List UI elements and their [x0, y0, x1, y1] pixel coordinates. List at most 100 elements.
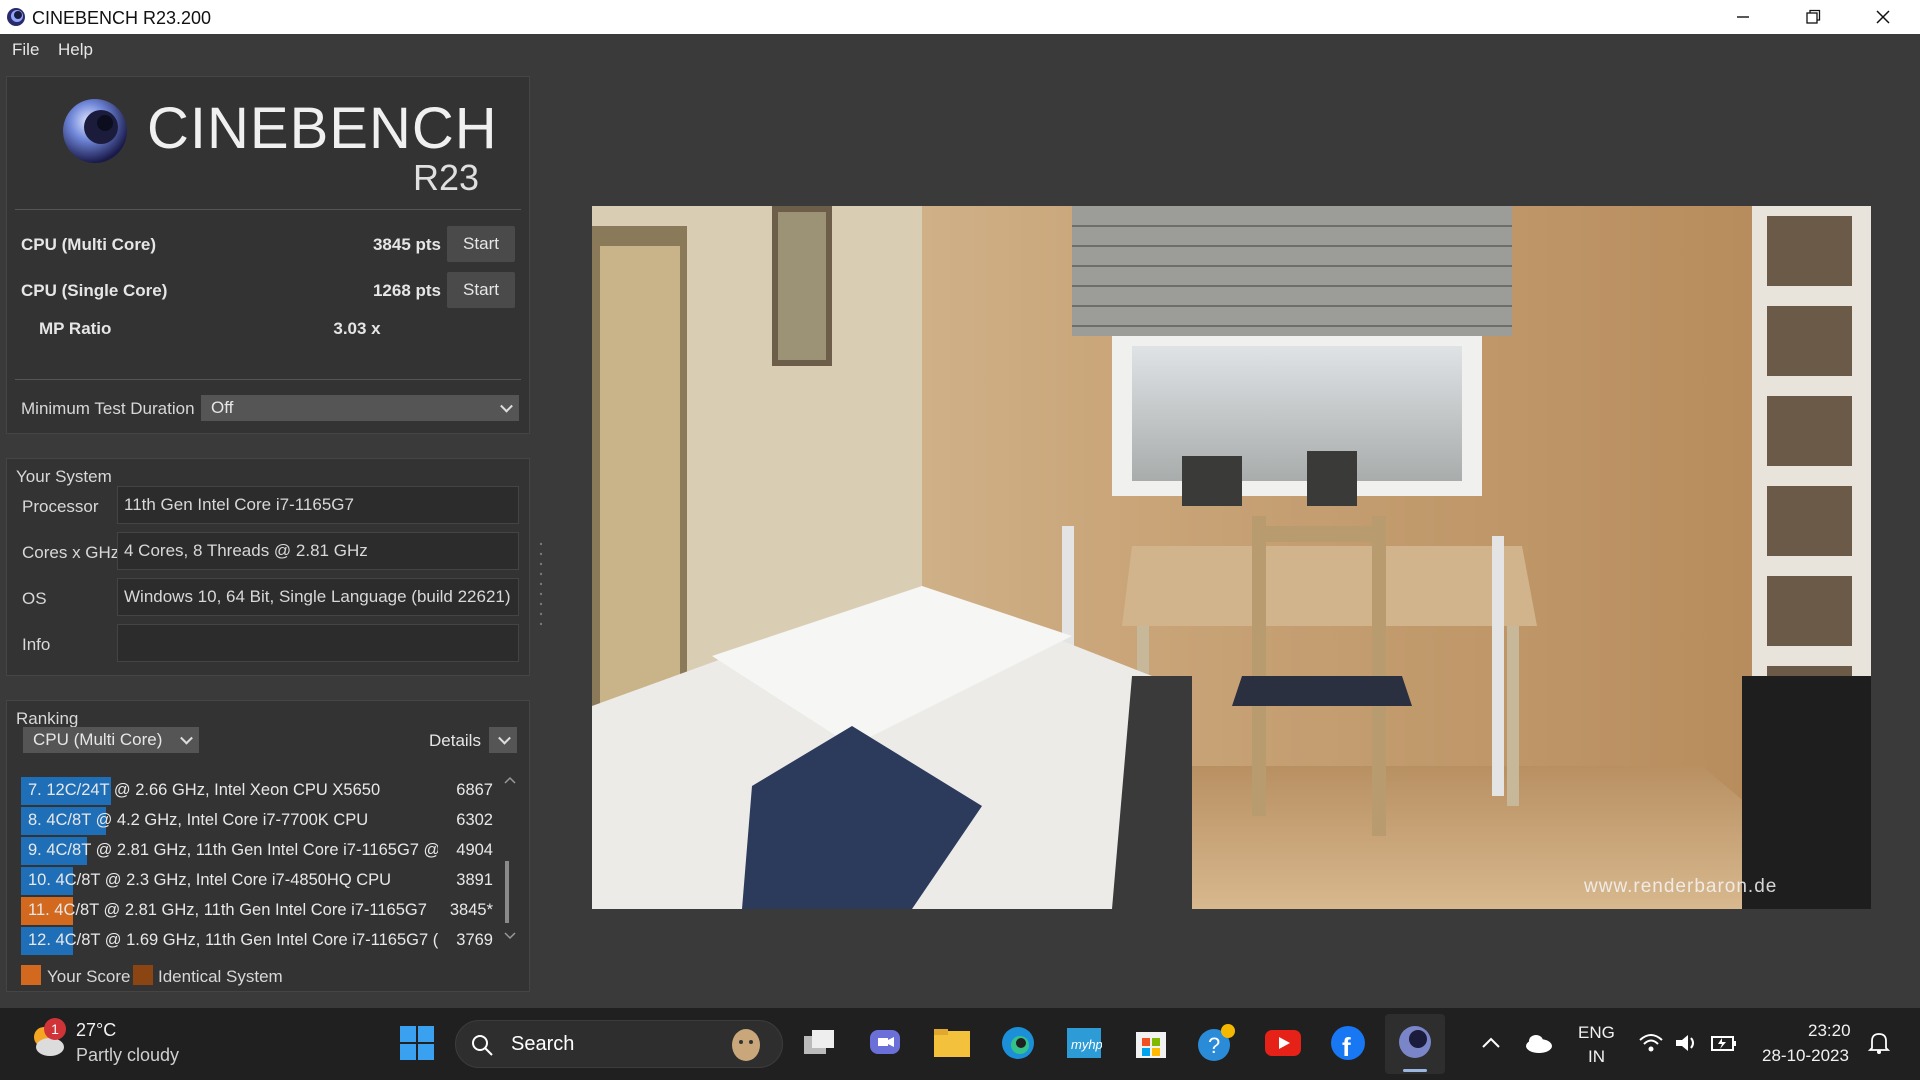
render-scene-image — [592, 206, 1871, 909]
close-icon — [1876, 10, 1890, 24]
ranking-row[interactable]: 8. 4C/8T @ 4.2 GHz, Intel Core i7-7700K … — [21, 807, 493, 835]
notifications-button[interactable] — [1858, 1022, 1900, 1064]
ranking-row-score: 3769 — [456, 931, 493, 949]
identical-system-legend: Identical System — [158, 967, 283, 986]
battery-status[interactable] — [1703, 1022, 1745, 1064]
task-view-button[interactable] — [798, 1022, 840, 1064]
myhp-button[interactable]: myhp — [1063, 1022, 1105, 1064]
weather-temp: 27°C — [76, 1020, 117, 1040]
ranking-mode-value: CPU (Multi Core) — [33, 730, 163, 749]
ranking-row-label: 8. 4C/8T @ 4.2 GHz, Intel Core i7-7700K … — [28, 811, 369, 829]
multi-core-score: 3845 pts — [372, 235, 441, 254]
os-label: OS — [22, 589, 47, 608]
volume-icon — [1676, 1035, 1694, 1051]
cinebench-logo-icon — [63, 99, 127, 163]
bell-icon — [1868, 1033, 1890, 1054]
cinebench-taskbar-button[interactable] — [1385, 1014, 1445, 1074]
restore-icon — [1806, 9, 1821, 24]
edge-button[interactable] — [997, 1022, 1039, 1064]
ranking-scrollbar-thumb[interactable] — [505, 861, 509, 923]
svg-text:?: ? — [1208, 1033, 1220, 1058]
ranking-row-label: 10. 4C/8T @ 2.3 GHz, Intel Core i7-4850H… — [28, 871, 392, 889]
facebook-button[interactable]: f — [1327, 1022, 1369, 1064]
ranking-row-score: 3845* — [449, 901, 493, 919]
ranking-row[interactable]: 7. 12C/24T @ 2.66 GHz, Intel Xeon CPU X5… — [21, 777, 493, 805]
divider — [15, 209, 521, 210]
divider — [15, 379, 521, 380]
info-field[interactable] — [117, 624, 519, 662]
youtube-icon — [1265, 1030, 1301, 1056]
logo-title: CINEBENCH — [147, 96, 498, 161]
ranking-panel: Ranking CPU (Multi Core) Details 7. 12C/… — [6, 700, 530, 992]
benchmark-panel: CINEBENCH R23 CPU (Multi Core) 3845 pts … — [6, 76, 530, 434]
chevron-up-icon — [1482, 1037, 1500, 1048]
splitter-handle[interactable] — [538, 540, 544, 630]
facebook-icon: f — [1331, 1026, 1365, 1061]
single-core-start-button[interactable]: Start — [447, 272, 515, 308]
chat-icon — [870, 1030, 900, 1054]
your-score-legend: Your Score — [47, 967, 131, 986]
teams-chat-button[interactable] — [864, 1022, 906, 1064]
onedrive-button[interactable] — [1518, 1022, 1560, 1064]
folder-icon — [934, 1029, 970, 1057]
language-region[interactable]: IN — [1588, 1047, 1605, 1067]
identical-system-swatch — [133, 965, 153, 985]
restore-button[interactable] — [1778, 0, 1848, 34]
active-indicator — [1403, 1069, 1427, 1072]
min-duration-select[interactable]: Off — [201, 395, 519, 421]
notification-badge: 1 — [44, 1018, 66, 1040]
processor-field: 11th Gen Intel Core i7-1165G7 — [117, 486, 519, 524]
processor-label: Processor — [22, 497, 99, 516]
ranking-row-score: 4904 — [456, 841, 493, 859]
youtube-button[interactable] — [1262, 1022, 1304, 1064]
chevron-down-icon — [498, 731, 511, 745]
language-code[interactable]: ENG — [1578, 1023, 1615, 1043]
wifi-icon — [1639, 1034, 1663, 1052]
ranking-row-score: 6302 — [456, 811, 493, 829]
multi-core-start-button[interactable]: Start — [447, 226, 515, 262]
ranking-row-score: 6867 — [456, 781, 493, 799]
taskbar-search-box[interactable]: Search — [455, 1020, 783, 1068]
min-duration-label: Minimum Test Duration — [21, 399, 195, 418]
windows-start-icon — [400, 1026, 434, 1060]
ranking-row[interactable]: 12. 4C/8T @ 1.69 GHz, 11th Gen Intel Cor… — [21, 927, 493, 955]
weather-desc: Partly cloudy — [76, 1045, 180, 1065]
microsoft-store-button[interactable] — [1130, 1022, 1172, 1064]
menu-help[interactable]: Help — [58, 40, 93, 60]
get-help-button[interactable]: ? — [1195, 1022, 1237, 1064]
show-hidden-icons-button[interactable] — [1470, 1022, 1512, 1064]
your-system-title: Your System — [16, 467, 112, 486]
clock-date[interactable]: 28-10-2023 — [1762, 1046, 1849, 1066]
multi-core-label: CPU (Multi Core) — [21, 235, 157, 254]
os-field: Windows 10, 64 Bit, Single Language (bui… — [117, 578, 519, 616]
volume-status[interactable] — [1666, 1022, 1708, 1064]
menu-file[interactable]: File — [12, 40, 39, 60]
your-system-panel: Your System Processor 11th Gen Intel Cor… — [6, 458, 530, 676]
start-button[interactable] — [396, 1022, 438, 1064]
single-core-score: 1268 pts — [372, 281, 441, 300]
ranking-row[interactable]: 10. 4C/8T @ 2.3 GHz, Intel Core i7-4850H… — [21, 867, 493, 895]
ranking-row-score: 3891 — [456, 871, 493, 889]
search-highlight-icon — [732, 1029, 760, 1061]
ranking-row-label: 7. 12C/24T @ 2.66 GHz, Intel Xeon CPU X5… — [28, 781, 381, 799]
clock-time[interactable]: 23:20 — [1808, 1021, 1851, 1041]
menu-bar: File Help — [0, 34, 1920, 66]
minimize-button[interactable] — [1708, 0, 1778, 34]
task-view-icon — [804, 1030, 834, 1054]
store-icon — [1136, 1032, 1166, 1058]
svg-text:f: f — [1342, 1032, 1351, 1061]
details-label: Details — [429, 731, 481, 750]
myhp-icon: myhp — [1067, 1028, 1102, 1058]
details-toggle-button[interactable] — [489, 727, 517, 753]
file-explorer-button[interactable] — [931, 1022, 973, 1064]
scroll-up-icon[interactable] — [504, 775, 516, 785]
title-bar: CINEBENCH R23.200 — [0, 0, 1920, 34]
ranking-row[interactable]: 11. 4C/8T @ 2.81 GHz, 11th Gen Intel Cor… — [21, 897, 493, 925]
info-label: Info — [22, 635, 51, 654]
close-button[interactable] — [1848, 0, 1918, 34]
ranking-row[interactable]: 9. 4C/8T @ 2.81 GHz, 11th Gen Intel Core… — [21, 837, 493, 865]
cloud-icon — [1526, 1035, 1552, 1053]
render-watermark: www.renderbaron.de — [1584, 876, 1778, 897]
scroll-down-icon[interactable] — [504, 931, 516, 941]
ranking-mode-select[interactable]: CPU (Multi Core) — [23, 727, 199, 753]
